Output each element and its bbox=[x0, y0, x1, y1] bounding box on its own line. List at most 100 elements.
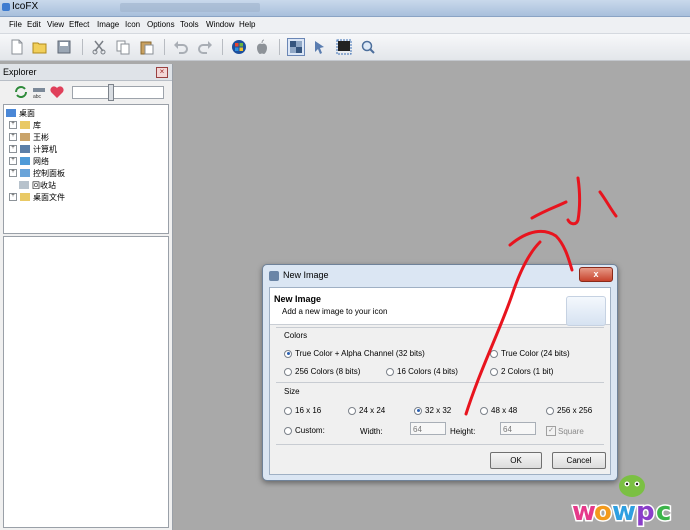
menu-image[interactable]: Image bbox=[97, 20, 119, 29]
explorer-close-button[interactable]: × bbox=[156, 67, 168, 78]
windows-logo-icon[interactable] bbox=[230, 38, 248, 56]
paste-icon[interactable] bbox=[138, 38, 156, 56]
tree-item[interactable]: + 计算机 bbox=[9, 143, 57, 155]
radio-icon[interactable] bbox=[348, 406, 356, 415]
expand-icon[interactable]: + bbox=[9, 169, 17, 177]
logo-mascot bbox=[619, 475, 645, 497]
radio-icon[interactable] bbox=[284, 367, 292, 376]
refresh-icon[interactable] bbox=[12, 83, 30, 101]
annotation-stroke-center bbox=[566, 176, 581, 226]
slider-thumb[interactable] bbox=[108, 84, 114, 101]
sort-abc-icon[interactable]: abc bbox=[30, 83, 48, 101]
radio-24x24[interactable]: 24 x 24 bbox=[348, 406, 385, 415]
expand-icon[interactable]: + bbox=[9, 133, 17, 141]
favorites-heart-icon[interactable] bbox=[48, 83, 66, 101]
width-label: Width: bbox=[360, 427, 383, 436]
menu-bar: File Edit View Effect Image Icon Options… bbox=[0, 17, 690, 34]
checkbox-checked-icon[interactable]: ✓ bbox=[546, 426, 556, 436]
menu-tools[interactable]: Tools bbox=[180, 20, 199, 29]
menu-effect[interactable]: Effect bbox=[69, 20, 89, 29]
expand-icon[interactable]: + bbox=[9, 121, 17, 129]
radio-label: 16 x 16 bbox=[295, 406, 322, 415]
annotation-stroke-right bbox=[598, 190, 618, 218]
expand-icon[interactable]: + bbox=[9, 145, 17, 153]
menu-edit[interactable]: Edit bbox=[27, 20, 41, 29]
svg-text:w: w bbox=[612, 497, 636, 527]
folder-tree: 桌面 + 库 + 王彬 + 计算机 + 网络 + 控制面板 回收站 + 桌面文件 bbox=[3, 104, 169, 234]
menu-options[interactable]: Options bbox=[147, 20, 175, 29]
open-folder-icon[interactable] bbox=[31, 38, 49, 56]
square-checkbox[interactable]: ✓ Square bbox=[546, 426, 584, 436]
svg-text:p: p bbox=[636, 497, 655, 527]
file-list-pane[interactable] bbox=[3, 236, 169, 528]
cursor-mode-icon[interactable] bbox=[311, 38, 329, 56]
radio-true-color-alpha[interactable]: True Color + Alpha Channel (32 bits) bbox=[284, 349, 425, 358]
explorer-title: Explorer bbox=[3, 67, 37, 77]
tree-item-root[interactable]: 桌面 bbox=[6, 107, 35, 119]
user-folder-icon bbox=[20, 133, 30, 141]
app-icon bbox=[2, 3, 10, 11]
capture-icon[interactable] bbox=[335, 38, 353, 56]
radio-icon[interactable] bbox=[284, 406, 292, 415]
radio-label: True Color + Alpha Channel (32 bits) bbox=[295, 349, 425, 358]
annotation-stroke-left bbox=[530, 200, 568, 220]
colors-label: Colors bbox=[284, 331, 308, 340]
width-input[interactable]: 64 bbox=[410, 422, 446, 435]
radio-256-colors[interactable]: 256 Colors (8 bits) bbox=[284, 367, 360, 376]
explorer-header: Explorer × bbox=[0, 64, 172, 81]
radio-label: 256 Colors (8 bits) bbox=[295, 367, 361, 376]
folder-icon bbox=[20, 193, 30, 201]
thumbnail-size-slider[interactable] bbox=[72, 86, 164, 99]
menu-window[interactable]: Window bbox=[206, 20, 234, 29]
undo-icon[interactable] bbox=[172, 38, 190, 56]
annotation-arrow-head bbox=[508, 229, 574, 272]
apple-logo-icon[interactable] bbox=[253, 38, 271, 56]
redo-icon[interactable] bbox=[196, 38, 214, 56]
toolbar-separator bbox=[279, 39, 280, 55]
dialog-subheading: Add a new image to your icon bbox=[282, 307, 388, 316]
toolbar-separator bbox=[164, 39, 165, 55]
radio-label: 24 x 24 bbox=[359, 406, 386, 415]
radio-selected-icon[interactable] bbox=[284, 349, 292, 358]
ok-button[interactable]: OK bbox=[490, 452, 542, 469]
checkbox-label: Square bbox=[558, 426, 584, 436]
dialog-heading: New Image bbox=[274, 294, 322, 304]
zoom-icon[interactable] bbox=[359, 38, 377, 56]
divider bbox=[276, 444, 604, 445]
radio-label: Custom: bbox=[295, 426, 325, 435]
radio-selected-icon[interactable] bbox=[414, 406, 422, 415]
menu-icon[interactable]: Icon bbox=[125, 20, 140, 29]
cut-icon[interactable] bbox=[90, 38, 108, 56]
expand-icon[interactable]: + bbox=[9, 193, 17, 201]
dialog-app-icon bbox=[269, 271, 279, 281]
expand-icon[interactable]: + bbox=[9, 157, 17, 165]
tree-item[interactable]: + 控制面板 bbox=[9, 167, 65, 179]
menu-file[interactable]: File bbox=[9, 20, 22, 29]
tree-item[interactable]: + 库 bbox=[9, 119, 41, 131]
tree-item[interactable]: + 王彬 bbox=[9, 131, 49, 143]
tree-item-label: 回收站 bbox=[32, 180, 56, 190]
menu-help[interactable]: Help bbox=[239, 20, 255, 29]
size-label: Size bbox=[284, 387, 300, 396]
radio-16x16[interactable]: 16 x 16 bbox=[284, 406, 321, 415]
tree-item-label: 库 bbox=[33, 120, 41, 130]
handwritten-annotation bbox=[464, 176, 618, 416]
tree-item-label: 网络 bbox=[33, 156, 49, 166]
control-panel-icon bbox=[20, 169, 30, 177]
new-file-icon[interactable] bbox=[8, 38, 26, 56]
radio-custom[interactable]: Custom: bbox=[284, 426, 325, 435]
tree-item[interactable]: 回收站 bbox=[19, 179, 56, 191]
tree-item[interactable]: + 网络 bbox=[9, 155, 49, 167]
cancel-button[interactable]: Cancel bbox=[552, 452, 606, 469]
wowpc-logo: w o w p c bbox=[571, 475, 673, 529]
radio-icon[interactable] bbox=[284, 426, 292, 435]
radio-icon[interactable] bbox=[386, 367, 394, 376]
copy-icon[interactable] bbox=[114, 38, 132, 56]
icon-mode-icon[interactable] bbox=[287, 38, 305, 56]
height-input[interactable]: 64 bbox=[500, 422, 536, 435]
menu-view[interactable]: View bbox=[47, 20, 64, 29]
recycle-bin-icon bbox=[19, 181, 29, 189]
tree-item[interactable]: + 桌面文件 bbox=[9, 191, 65, 203]
save-icon[interactable] bbox=[55, 38, 73, 56]
window-title-bar: IcoFX bbox=[0, 0, 690, 17]
